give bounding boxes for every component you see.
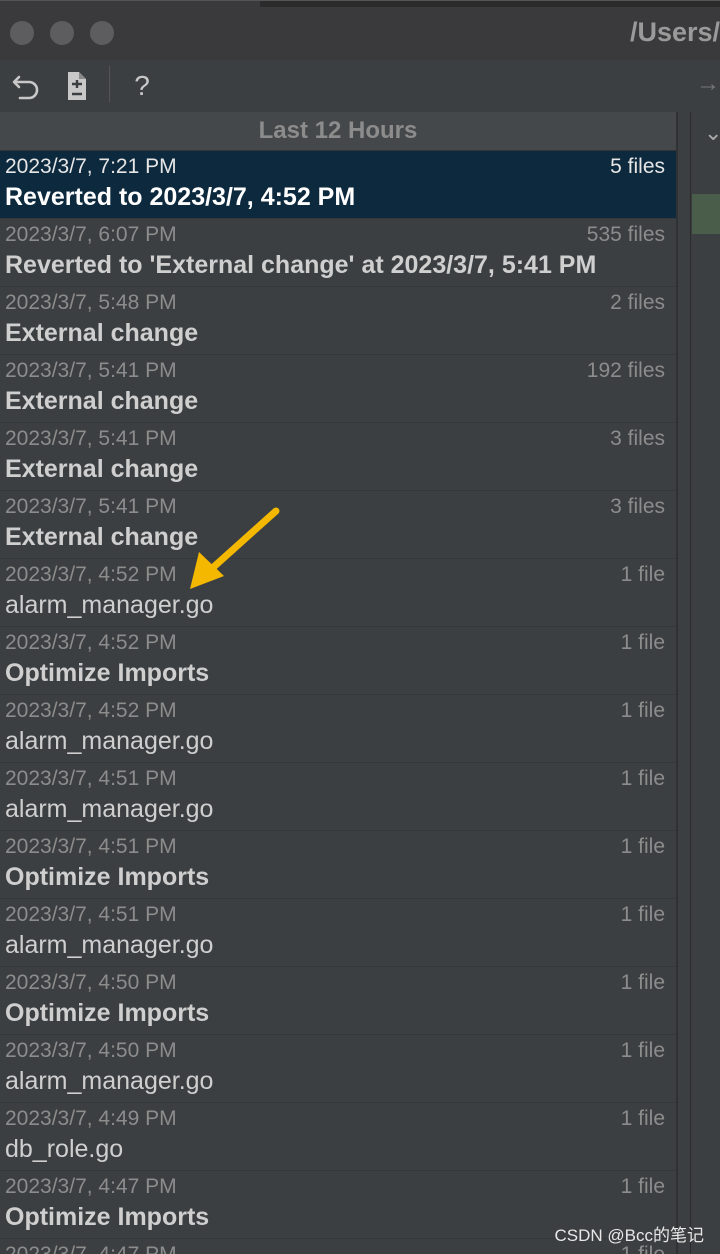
history-timestamp: 2023/3/7, 5:41 PM [5,359,177,382]
title-bar: /Users/ [0,0,720,61]
history-file-count: 1 file [620,835,665,858]
history-row[interactable]: 2023/3/7, 5:41 PM 3 files External change [0,491,676,559]
group-header: Last 12 Hours [0,112,676,151]
history-label: alarm_manager.go [5,795,214,823]
history-file-count: 2 files [610,291,665,314]
history-file-count: 3 files [610,495,665,518]
history-label: Reverted to 'External change' at 2023/3/… [5,251,597,279]
annotation-arrow [190,507,280,589]
history-file-count: 1 file [620,631,665,654]
history-row[interactable]: 2023/3/7, 5:48 PM 2 files External change [0,287,676,355]
history-timestamp: 2023/3/7, 4:50 PM [5,1039,177,1062]
watermark: CSDN @Bcc的笔记 [554,1226,705,1245]
diff-gutter [690,112,720,1254]
history-label: External change [5,523,199,551]
undo-icon[interactable] [8,66,44,106]
help-icon[interactable]: ? [124,66,160,106]
history-timestamp: 2023/3/7, 7:21 PM [5,155,177,178]
history-label: External change [5,387,199,415]
history-file-count: 1 file [620,699,665,722]
history-row[interactable]: 2023/3/7, 4:51 PM 1 file alarm_manager.go [0,899,676,967]
history-file-count: 1 file [620,971,665,994]
history-row[interactable]: 2023/3/7, 4:52 PM 1 file Optimize Imports [0,627,676,695]
history-file-count: 1 file [620,903,665,926]
history-timestamp: 2023/3/7, 5:41 PM [5,427,177,450]
history-file-count: 1 file [620,767,665,790]
history-row[interactable]: 2023/3/7, 4:51 PM 1 file Optimize Imports [0,831,676,899]
history-timestamp: 2023/3/7, 4:51 PM [5,767,177,790]
history-timestamp: 2023/3/7, 4:47 PM [5,1175,177,1198]
history-row[interactable]: 2023/3/7, 4:49 PM 1 file db_role.go [0,1103,676,1171]
diff-pane: ⌄ [678,112,720,1254]
close-window-button[interactable] [10,21,34,45]
history-file-count: 1 file [620,1175,665,1198]
toolbar: ? [0,60,720,112]
history-row[interactable]: 2023/3/7, 4:52 PM 1 file alarm_manager.go [0,559,676,627]
history-label: Optimize Imports [5,999,210,1027]
history-row[interactable]: 2023/3/7, 4:50 PM 1 file Optimize Imports [0,967,676,1035]
history-row[interactable]: 2023/3/7, 4:50 PM 1 file alarm_manager.go [0,1035,676,1103]
history-label: alarm_manager.go [5,931,214,959]
history-file-count: 1 file [620,563,665,586]
history-timestamp: 2023/3/7, 4:52 PM [5,563,177,586]
window-title: /Users/ [629,17,720,47]
local-history-list: Last 12 Hours 2023/3/7, 7:21 PM 5 files Re… [0,112,676,1254]
history-label: External change [5,455,199,483]
diff-icon[interactable] [60,66,92,106]
history-timestamp: 2023/3/7, 4:50 PM [5,971,177,994]
history-label: alarm_manager.go [5,1067,214,1095]
history-label: Optimize Imports [5,863,210,891]
history-timestamp: 2023/3/7, 4:47 PM [5,1243,177,1254]
history-file-count: 535 files [586,223,665,246]
history-timestamp: 2023/3/7, 4:51 PM [5,903,177,926]
arrow-right-icon[interactable]: → [696,70,720,98]
chevron-down-icon[interactable]: ⌄ [704,120,720,146]
history-timestamp: 2023/3/7, 5:41 PM [5,495,177,518]
zoom-window-button[interactable] [90,21,114,45]
history-row[interactable]: 2023/3/7, 4:51 PM 1 file alarm_manager.go [0,763,676,831]
history-file-count: 3 files [610,427,665,450]
history-file-count: 5 files [610,155,665,178]
history-row[interactable]: 2023/3/7, 5:41 PM 3 files External change [0,423,676,491]
history-label: Reverted to 2023/3/7, 4:52 PM [5,183,356,211]
history-label: Optimize Imports [5,659,210,687]
history-label: alarm_manager.go [5,591,214,619]
history-file-count: 1 file [620,1107,665,1130]
change-marker [692,194,720,234]
history-timestamp: 2023/3/7, 4:49 PM [5,1107,177,1130]
history-file-count: 192 files [586,359,665,382]
history-timestamp: 2023/3/7, 5:48 PM [5,291,177,314]
history-label: db_role.go [5,1135,124,1163]
history-timestamp: 2023/3/7, 4:52 PM [5,631,177,654]
history-timestamp: 2023/3/7, 4:52 PM [5,699,177,722]
history-file-count: 1 file [620,1039,665,1062]
history-row[interactable]: 2023/3/7, 7:21 PM 5 files Reverted to 2023… [0,151,676,219]
toolbar-separator [109,66,110,102]
history-timestamp: 2023/3/7, 6:07 PM [5,223,177,246]
history-row[interactable]: 2023/3/7, 6:07 PM 535 files Reverted to 'E… [0,219,676,287]
background-window-edge [260,1,720,7]
history-timestamp: 2023/3/7, 4:51 PM [5,835,177,858]
history-label: External change [5,319,199,347]
minimize-window-button[interactable] [50,21,74,45]
history-row[interactable]: 2023/3/7, 5:41 PM 192 files External chang… [0,355,676,423]
history-row[interactable]: 2023/3/7, 4:52 PM 1 file alarm_manager.go [0,695,676,763]
history-label: alarm_manager.go [5,727,214,755]
